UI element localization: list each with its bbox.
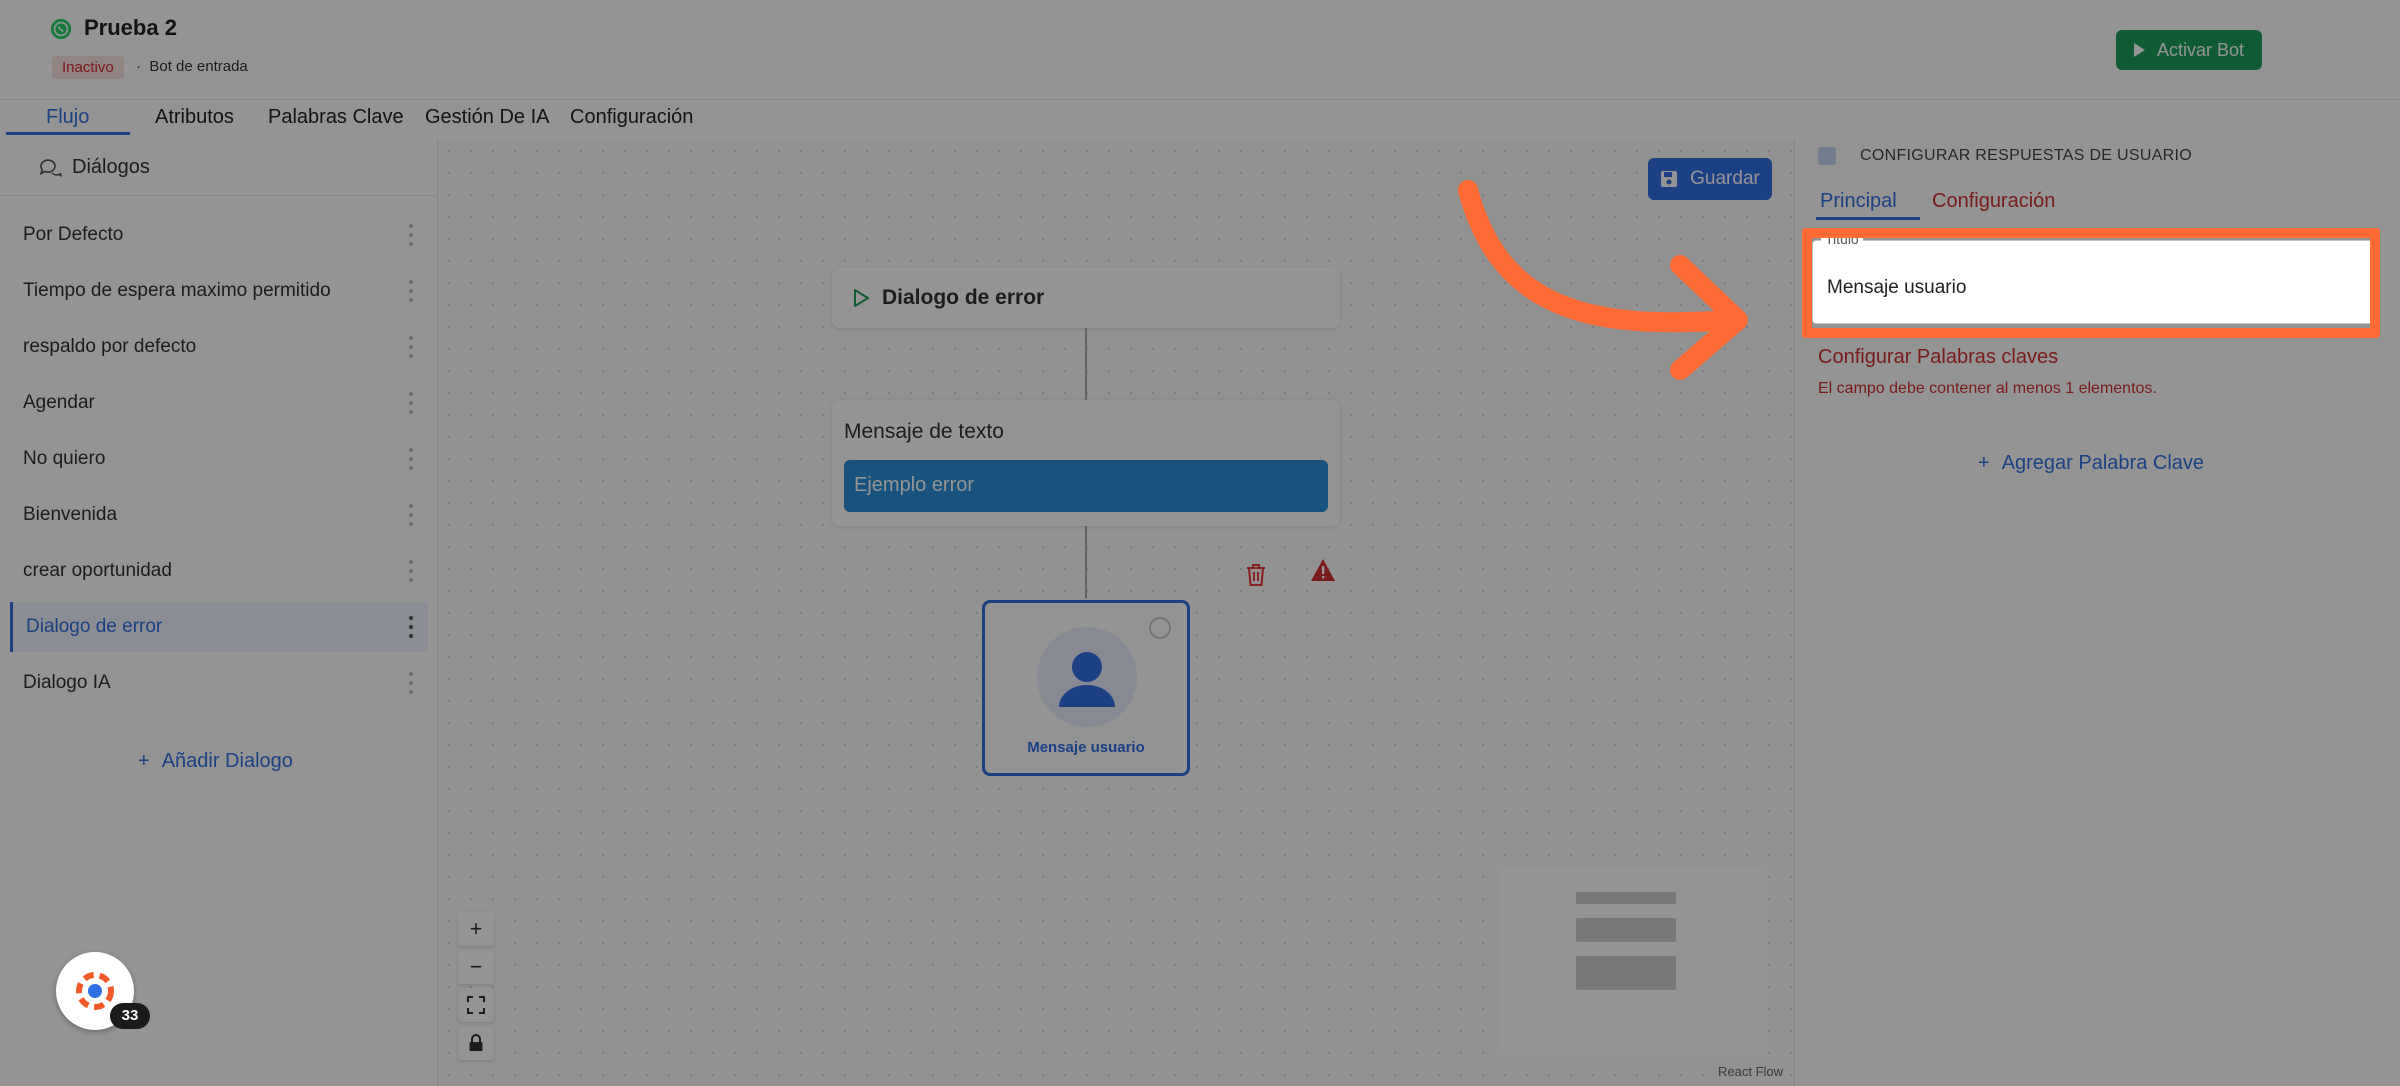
curved-arrow bbox=[1458, 180, 1748, 380]
tutorial-overlay bbox=[0, 0, 2400, 1086]
lifebuoy-icon bbox=[76, 972, 114, 1010]
help-count-badge: 33 bbox=[110, 1003, 150, 1029]
highlight-box bbox=[1802, 228, 2380, 338]
